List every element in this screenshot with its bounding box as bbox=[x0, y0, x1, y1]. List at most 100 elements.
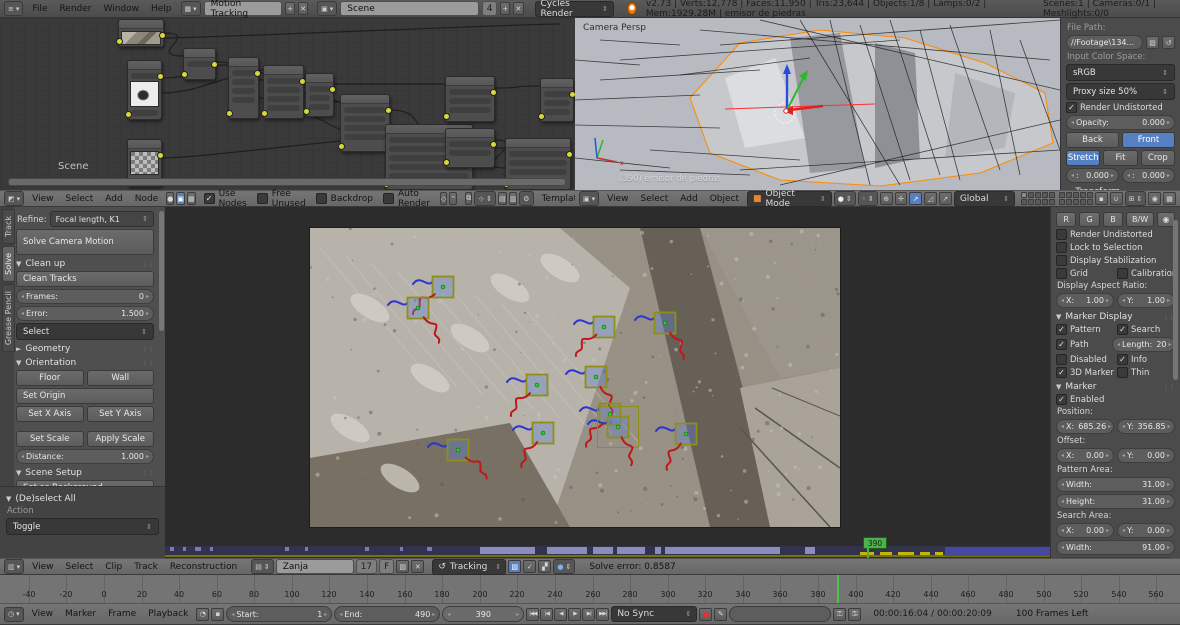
info-menu-window[interactable]: Window bbox=[98, 4, 146, 14]
layer-cell[interactable] bbox=[1042, 199, 1048, 205]
clip-mode-select[interactable]: ↺Tracking⇕ bbox=[432, 559, 506, 575]
toolshelf-tab-grease-pencil[interactable]: Grease Pencil bbox=[2, 284, 15, 352]
checkbox-calibration[interactable]: Calibration bbox=[1117, 268, 1175, 279]
increment-arrow-icon[interactable]: ▸ bbox=[1167, 452, 1170, 459]
increment-arrow-icon[interactable]: ▸ bbox=[1111, 172, 1114, 179]
increment-arrow-icon[interactable]: ▸ bbox=[1169, 341, 1172, 348]
node-header[interactable] bbox=[541, 79, 573, 88]
button-solve-camera-motion[interactable]: Solve Camera Motion bbox=[16, 229, 154, 255]
decrement-arrow-icon[interactable]: ◂ bbox=[1061, 544, 1064, 551]
screen-layout-field[interactable]: Motion Tracking bbox=[204, 1, 282, 16]
checkbox-display-stabilization[interactable]: Display Stabilization bbox=[1056, 255, 1175, 266]
scene-browse-button[interactable]: ▣▾ bbox=[317, 1, 337, 16]
node-output-socket[interactable] bbox=[157, 152, 164, 159]
node-output-socket[interactable] bbox=[490, 89, 497, 96]
auto-render-checkbox[interactable]: Auto Render bbox=[383, 189, 430, 209]
toolshelf-tab-solve[interactable]: Solve bbox=[2, 246, 15, 282]
timeline-menu-frame[interactable]: Frame bbox=[102, 609, 142, 619]
insert-keyframe-icon[interactable]: ⚿ bbox=[833, 608, 846, 621]
sync-mode-select[interactable]: No Sync⇕ bbox=[611, 606, 697, 622]
keying-options-button[interactable]: ✎ bbox=[714, 608, 727, 621]
node-output-socket[interactable] bbox=[385, 107, 392, 114]
screen-delete-button[interactable]: ✕ bbox=[298, 2, 308, 15]
checkbox-search[interactable]: ✓Search bbox=[1117, 324, 1175, 335]
clip-playhead[interactable] bbox=[867, 547, 869, 558]
checkbox-path[interactable]: ✓Path bbox=[1056, 339, 1109, 350]
increment-arrow-icon[interactable]: ▸ bbox=[1106, 527, 1109, 534]
decrement-arrow-icon[interactable]: ◂ bbox=[1122, 452, 1125, 459]
compositor-node[interactable] bbox=[340, 94, 390, 152]
node-input-socket[interactable] bbox=[226, 110, 233, 117]
render-opengl-anim-button[interactable]: ▦ bbox=[1163, 192, 1176, 205]
checkbox-render-undistorted[interactable]: ✓Render Undistorted bbox=[1066, 102, 1175, 113]
clip-browse-button[interactable]: ▤⇕ bbox=[251, 559, 274, 574]
decrement-arrow-icon[interactable]: ◂ bbox=[1122, 423, 1125, 430]
frame-end-field[interactable]: ◂End:490▸ bbox=[334, 606, 440, 622]
toolshelf-tab-track[interactable]: Track bbox=[2, 209, 15, 244]
node-menu-select[interactable]: Select bbox=[60, 194, 100, 204]
layer-cell[interactable] bbox=[1087, 199, 1093, 205]
layer-cell[interactable] bbox=[1049, 199, 1055, 205]
checkbox-3d-markers[interactable]: ✓3D Markers bbox=[1056, 367, 1114, 378]
frame-start-field[interactable]: ◂Start:1▸ bbox=[226, 606, 332, 622]
checkbox-box[interactable]: ✓ bbox=[1056, 394, 1067, 405]
button-clean-tracks[interactable]: Clean Tracks bbox=[16, 271, 154, 287]
texture-nodes-toggle[interactable]: ▦ bbox=[187, 192, 196, 205]
node-header[interactable] bbox=[446, 129, 494, 138]
number-field[interactable]: ◂Y:0.00▸ bbox=[1117, 523, 1175, 538]
render-opengl-button[interactable]: ◉ bbox=[1148, 192, 1161, 205]
number-field[interactable]: ◂X:1.00▸ bbox=[1056, 293, 1114, 308]
node-header[interactable] bbox=[229, 58, 258, 67]
screen-add-button[interactable]: + bbox=[285, 2, 295, 15]
panel-header-orientation[interactable]: ▼Orientation⋮⋮ bbox=[16, 358, 154, 368]
button-set-x-axis[interactable]: Set X Axis bbox=[16, 406, 84, 422]
node-input-socket[interactable] bbox=[181, 71, 188, 78]
checkbox-box[interactable] bbox=[1117, 367, 1128, 378]
node-header[interactable] bbox=[506, 139, 570, 148]
button-crop[interactable]: Crop bbox=[1141, 150, 1175, 166]
manipulator-toggle[interactable]: ⊕ bbox=[880, 192, 893, 205]
dropdown-select[interactable]: Select⇕ bbox=[16, 323, 154, 340]
number-field[interactable]: ◂:0.000▸ bbox=[1122, 168, 1175, 183]
decrement-arrow-icon[interactable]: ◂ bbox=[1122, 297, 1125, 304]
viewport-3d[interactable]: x Camera Persp (390) emisor de piedras bbox=[575, 18, 1060, 190]
node-output-socket[interactable] bbox=[157, 73, 164, 80]
checkbox-lock-to-selection[interactable]: Lock to Selection bbox=[1056, 242, 1175, 253]
scene-users-count[interactable]: 4 bbox=[482, 1, 498, 16]
editor-type-info-icon[interactable]: ≡▾ bbox=[4, 1, 23, 16]
layer-cell[interactable] bbox=[1080, 192, 1086, 198]
layer-cell[interactable] bbox=[1049, 192, 1055, 198]
layer-cell[interactable] bbox=[1066, 199, 1072, 205]
snap-element-select[interactable]: ⊹⇕ bbox=[474, 191, 496, 206]
operator-action-select[interactable]: Toggle⇕ bbox=[6, 518, 159, 535]
decrement-arrow-icon[interactable]: ◂ bbox=[1071, 119, 1074, 126]
layer-cell[interactable] bbox=[1028, 192, 1034, 198]
layer-cell[interactable] bbox=[1021, 199, 1027, 205]
node-header[interactable] bbox=[306, 74, 333, 83]
layer-cell[interactable] bbox=[1028, 199, 1034, 205]
record-button[interactable]: ● bbox=[699, 608, 712, 621]
layer-cell[interactable] bbox=[1035, 199, 1041, 205]
channel-g-button[interactable]: G bbox=[1079, 212, 1099, 227]
decrement-arrow-icon[interactable]: ◂ bbox=[1117, 341, 1120, 348]
increment-arrow-icon[interactable]: ▸ bbox=[1108, 423, 1111, 430]
timeline-ruler[interactable]: -40-200204060801001201401601802002202402… bbox=[0, 575, 1180, 603]
number-field[interactable]: ◂Error:1.500▸ bbox=[16, 306, 154, 321]
button-apply-scale[interactable]: Apply Scale bbox=[87, 431, 155, 447]
decrement-arrow-icon[interactable]: ◂ bbox=[1061, 498, 1064, 505]
shading-select[interactable]: ●⇕ bbox=[834, 191, 856, 206]
operator-panel-header[interactable]: ▼(De)select All bbox=[6, 494, 159, 504]
button-set-origin[interactable]: Set Origin bbox=[16, 388, 154, 404]
panel-header-marker[interactable]: ▼Marker⋮⋮ bbox=[1056, 382, 1175, 392]
checkbox-box[interactable]: ✓ bbox=[1066, 102, 1077, 113]
dropdown-proxy-size-50-[interactable]: Proxy size 50%⇕ bbox=[1066, 83, 1175, 100]
number-field[interactable]: ◂X:0.00▸ bbox=[1056, 523, 1114, 538]
decrement-arrow-icon[interactable]: ◂ bbox=[1071, 172, 1074, 179]
layer-grid[interactable] bbox=[1021, 192, 1093, 205]
checkbox-info[interactable]: ✓Info bbox=[1117, 354, 1175, 365]
node-input-socket[interactable] bbox=[443, 159, 450, 166]
compositor-node[interactable] bbox=[305, 73, 334, 117]
decrement-arrow-icon[interactable]: ◂ bbox=[21, 310, 24, 317]
node-menu-add[interactable]: Add bbox=[99, 194, 128, 204]
layer-cell[interactable] bbox=[1059, 199, 1065, 205]
